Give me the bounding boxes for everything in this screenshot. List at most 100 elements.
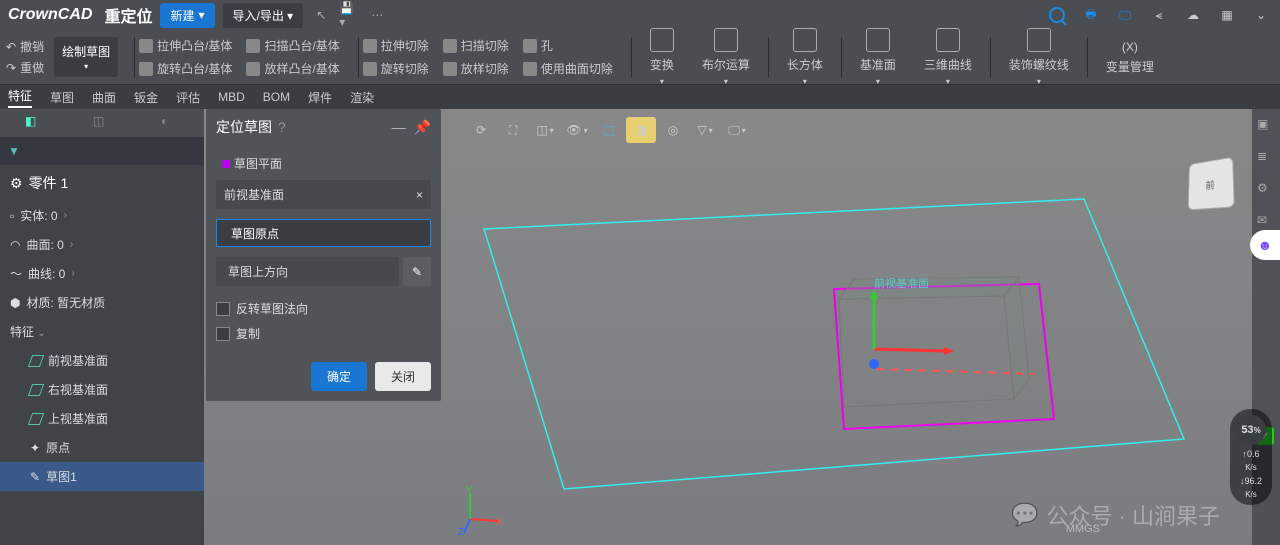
tree-surfaces[interactable]: ◠ 曲面: 0 › (0, 230, 204, 259)
extrude-boss-button[interactable]: 拉伸凸台/基体 (139, 37, 232, 54)
plane-field-label: 草图平面 (216, 151, 431, 176)
plane-front[interactable]: 前视基准面 (0, 346, 204, 375)
grid-icon[interactable]: ▦ (1216, 4, 1238, 26)
panel-minimize-icon[interactable]: — (392, 119, 406, 136)
cloud-icon[interactable]: ☁ (1182, 4, 1204, 26)
vp-tool-snap[interactable]: ◎ (658, 117, 688, 143)
copy-checkbox[interactable] (216, 327, 230, 341)
viewport-toolbar: ⟳ ⛶ ◫▾ 👁▾ ⬚ ◨ ◎ ▽▾ 🖵▾ (464, 115, 754, 145)
panel-pin-icon[interactable]: 📌 (414, 119, 431, 136)
curve3d-button[interactable]: 三维曲线▾ (924, 28, 972, 86)
plane-field-value[interactable]: 前视基准面× (216, 180, 431, 209)
vp-tool-shade[interactable]: ◨ (626, 117, 656, 143)
tab-mbd[interactable]: MBD (218, 90, 245, 104)
tab-evaluate[interactable]: 评估 (176, 89, 200, 106)
search-icon[interactable] (1046, 4, 1068, 26)
direction-pick-button[interactable]: ✎ (403, 257, 431, 286)
close-button[interactable]: 关闭 (375, 362, 431, 391)
svg-text:Y: Y (466, 485, 473, 496)
svg-text:前视基准面: 前视基准面 (874, 276, 929, 290)
direction-field[interactable]: 草图上方向 (216, 257, 399, 286)
variable-button[interactable]: (X)变量管理 (1106, 40, 1154, 75)
feature-tree-sidebar: ◧ ◫ ◐ ▼ ⚙ 零件 1 ▫ 实体: 0 › ◠ 曲面: 0 › 〜 曲线:… (0, 109, 204, 545)
app-logo: CrownCAD (8, 6, 92, 24)
box-button[interactable]: 长方体▾ (787, 28, 823, 86)
expand-icon[interactable]: ⌄ (1250, 4, 1272, 26)
tab-render[interactable]: 渲染 (350, 89, 374, 106)
vp-tool-display[interactable]: 🖵▾ (722, 117, 752, 143)
monitor-icon[interactable]: 🖵 (1114, 4, 1136, 26)
feature-header[interactable]: 特征 ⌄ (0, 317, 204, 346)
tree-solids[interactable]: ▫ 实体: 0 › (0, 201, 204, 230)
boolean-button[interactable]: 布尔运算▾ (702, 28, 750, 86)
sketch-button[interactable]: 绘制草图▾ (54, 37, 118, 77)
document-title: 重定位 (104, 3, 152, 27)
flip-checkbox[interactable] (216, 302, 230, 316)
svg-text:X: X (496, 517, 503, 528)
sidebar-tab-cube[interactable]: ◫ (93, 114, 111, 132)
plane-top[interactable]: 上视基准面 (0, 404, 204, 433)
origin-input[interactable] (231, 226, 422, 240)
rb-gear-icon[interactable]: ⚙ (1257, 181, 1275, 199)
clear-icon[interactable]: × (416, 188, 423, 202)
surface-cut-button[interactable]: 使用曲面切除 (523, 60, 613, 77)
rb-folder-icon[interactable]: ▣ (1257, 117, 1275, 135)
tab-surface[interactable]: 曲面 (92, 89, 116, 106)
tree-sketch1[interactable]: ✎ 草图1 (0, 462, 204, 491)
panel-title: 定位草图 (216, 117, 272, 137)
undo-button[interactable]: ↶ 撤销 (6, 38, 44, 55)
vp-tool-filter[interactable]: ▽▾ (690, 117, 720, 143)
rb-layers-icon[interactable]: ≣ (1257, 149, 1275, 167)
redo-button[interactable]: ↷ 重做 (6, 59, 44, 76)
vp-tool-view[interactable]: ◫▾ (530, 117, 560, 143)
rb-comment-icon[interactable]: ✉ (1257, 213, 1275, 231)
sweep-boss-button[interactable]: 扫描凸台/基体 (246, 37, 339, 54)
vp-tool-section[interactable]: ⬚ (594, 117, 624, 143)
save-icon[interactable]: 💾▾ (339, 5, 359, 25)
tab-feature[interactable]: 特征 (8, 87, 32, 108)
thread-button[interactable]: 装饰螺纹线▾ (1009, 28, 1069, 86)
locate-sketch-panel: 定位草图 ? — 📌 草图平面 前视基准面× 草图上方向 ✎ 反转草图法向 复制… (206, 109, 441, 401)
loft-boss-button[interactable]: 放样凸台/基体 (246, 60, 339, 77)
print-icon[interactable]: 🖶 (1080, 4, 1102, 26)
watermark: 💬 公众号 · 山涧果子 (1011, 499, 1220, 531)
cursor-icon[interactable]: ↖ (311, 5, 331, 25)
loft-cut-button[interactable]: 放样切除 (443, 60, 509, 77)
tree-curves[interactable]: 〜 曲线: 0 › (0, 259, 204, 288)
assistant-bubble[interactable]: ☻ (1250, 230, 1280, 260)
axis-indicator: X Y Z (454, 485, 494, 525)
more-icon[interactable]: ⋯ (367, 5, 387, 25)
tab-weld[interactable]: 焊件 (308, 89, 332, 106)
import-export-button[interactable]: 导入/导出 ▾ (223, 3, 304, 28)
origin-field[interactable] (216, 219, 431, 247)
tree-material[interactable]: ⬢ 材质: 暂无材质 (0, 288, 204, 317)
sidebar-tab-appearance[interactable]: ◐ (161, 114, 179, 132)
share-icon[interactable]: ⪪ (1148, 4, 1170, 26)
svg-text:Z: Z (458, 527, 464, 535)
top-bar: CrownCAD 重定位 新建 ▾ 导入/导出 ▾ ↖ 💾▾ ⋯ 🖶 🖵 ⪪ ☁… (0, 0, 1280, 30)
tree-origin[interactable]: ✦ 原点 (0, 433, 204, 462)
vp-tool-home[interactable]: ⟳ (466, 117, 496, 143)
network-speed-widget: 53% ↑0.6K/s ↓96.2K/s (1230, 409, 1272, 505)
transform-button[interactable]: 变换▾ (650, 28, 674, 86)
extrude-cut-button[interactable]: 拉伸切除 (363, 37, 429, 54)
revolve-boss-button[interactable]: 旋转凸台/基体 (139, 60, 232, 77)
part-header[interactable]: ⚙ 零件 1 (0, 165, 204, 201)
nav-cube[interactable]: 前 (1188, 157, 1235, 211)
plane-right[interactable]: 右视基准面 (0, 375, 204, 404)
datum-plane-button[interactable]: 基准面▾ (860, 28, 896, 86)
category-tabs: 特征 草图 曲面 钣金 评估 MBD BOM 焊件 渲染 (0, 85, 1280, 109)
tab-bom[interactable]: BOM (263, 90, 290, 104)
hole-button[interactable]: 孔 (523, 37, 613, 54)
ribbon-toolbar: ↶ 撤销 ↷ 重做 绘制草图▾ 拉伸凸台/基体 旋转凸台/基体 扫描凸台/基体 … (0, 30, 1280, 85)
vp-tool-fit[interactable]: ⛶ (498, 117, 528, 143)
sidebar-tab-tree[interactable]: ◧ (25, 114, 43, 132)
sweep-cut-button[interactable]: 扫描切除 (443, 37, 509, 54)
tab-sketch[interactable]: 草图 (50, 89, 74, 106)
ok-button[interactable]: 确定 (311, 362, 367, 391)
vp-tool-visibility[interactable]: 👁▾ (562, 117, 592, 143)
filter-icon[interactable]: ▼ (8, 144, 20, 158)
tab-sheetmetal[interactable]: 钣金 (134, 89, 158, 106)
new-button[interactable]: 新建 ▾ (160, 3, 214, 28)
revolve-cut-button[interactable]: 旋转切除 (363, 60, 429, 77)
